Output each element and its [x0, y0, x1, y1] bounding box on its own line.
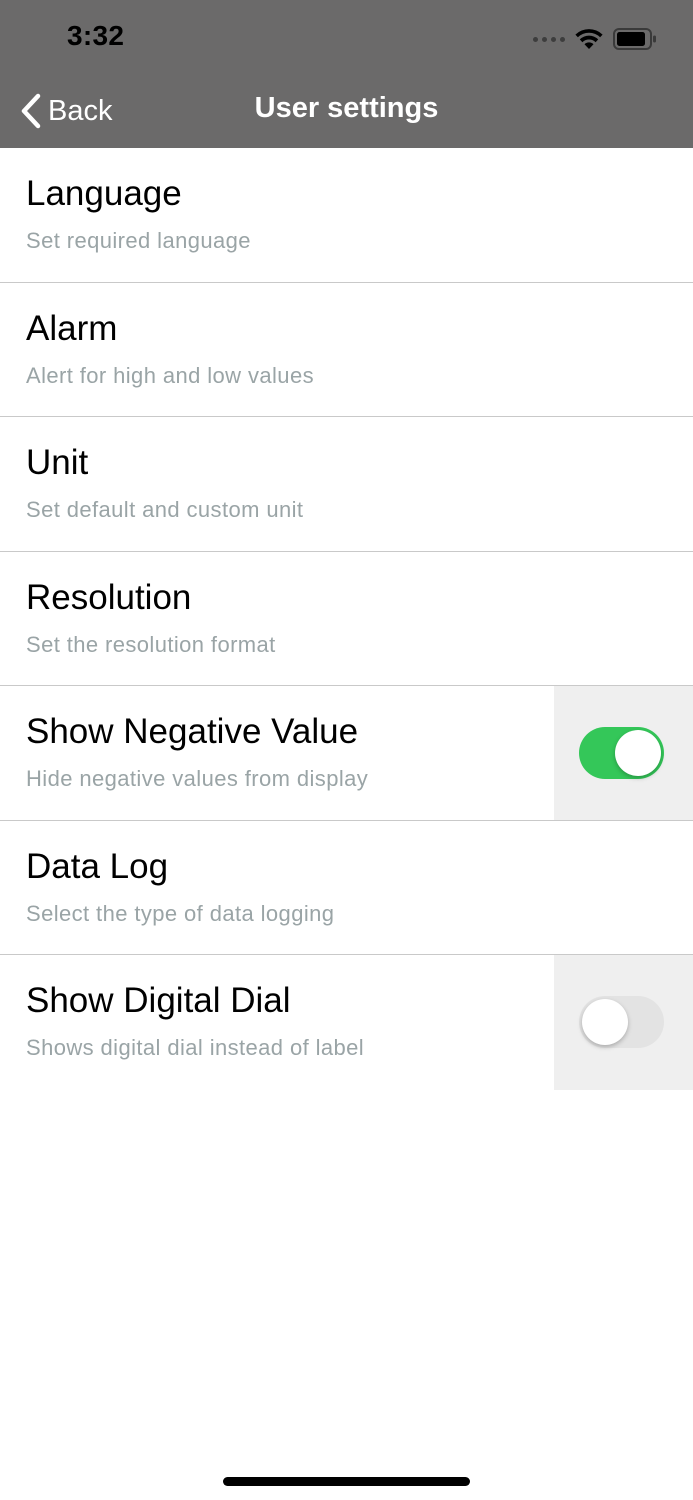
settings-row-title: Alarm [26, 308, 118, 348]
settings-row-show-digital-dial: Show Digital Dial Shows digital dial ins… [0, 955, 693, 1090]
settings-row-subtitle: Alert for high and low values [26, 362, 314, 388]
toggle-area [554, 955, 693, 1090]
settings-row-subtitle: Hide negative values from display [26, 766, 369, 791]
toggle-knob [582, 999, 628, 1045]
battery-icon [613, 28, 656, 50]
settings-row-subtitle: Select the type of data logging [26, 900, 335, 926]
settings-row-title: Show Negative Value [26, 712, 359, 751]
settings-row-subtitle: Set the resolution format [26, 631, 276, 657]
settings-row-resolution[interactable]: Resolution Set the resolution format [0, 551, 693, 686]
settings-row-language[interactable]: Language Set required language [0, 148, 693, 283]
settings-row-title: Show Digital Dial [26, 981, 291, 1020]
toggle-knob [615, 730, 661, 776]
show-negative-value-toggle[interactable] [579, 727, 664, 779]
signal-dots-icon [533, 36, 565, 42]
settings-row-data-log[interactable]: Data Log Select the type of data logging [0, 820, 693, 955]
settings-list: Language Set required language Alarm Ale… [0, 148, 693, 1090]
settings-row-title: Data Log [26, 846, 169, 886]
settings-row-subtitle: Set default and custom unit [26, 497, 304, 522]
settings-row-subtitle: Shows digital dial instead of label [26, 1035, 365, 1060]
settings-row-unit[interactable]: Unit Set default and custom unit [0, 417, 693, 552]
settings-row-subtitle: Set required language [26, 228, 251, 253]
home-indicator[interactable] [223, 1477, 470, 1486]
toggle-area [554, 686, 693, 820]
settings-row-title: Unit [26, 443, 89, 482]
page-title: User settings [254, 92, 439, 124]
show-digital-dial-toggle[interactable] [579, 996, 664, 1048]
settings-row-alarm[interactable]: Alarm Alert for high and low values [0, 282, 693, 417]
navigation-header: 3:32 Back User settings [0, 0, 693, 148]
status-icons [533, 24, 657, 54]
settings-row-title: Resolution [26, 577, 192, 617]
wifi-icon [575, 29, 603, 49]
settings-row-title: Language [26, 174, 182, 213]
settings-row-show-negative-value: Show Negative Value Hide negative values… [0, 686, 693, 821]
status-time: 3:32 [67, 20, 125, 51]
